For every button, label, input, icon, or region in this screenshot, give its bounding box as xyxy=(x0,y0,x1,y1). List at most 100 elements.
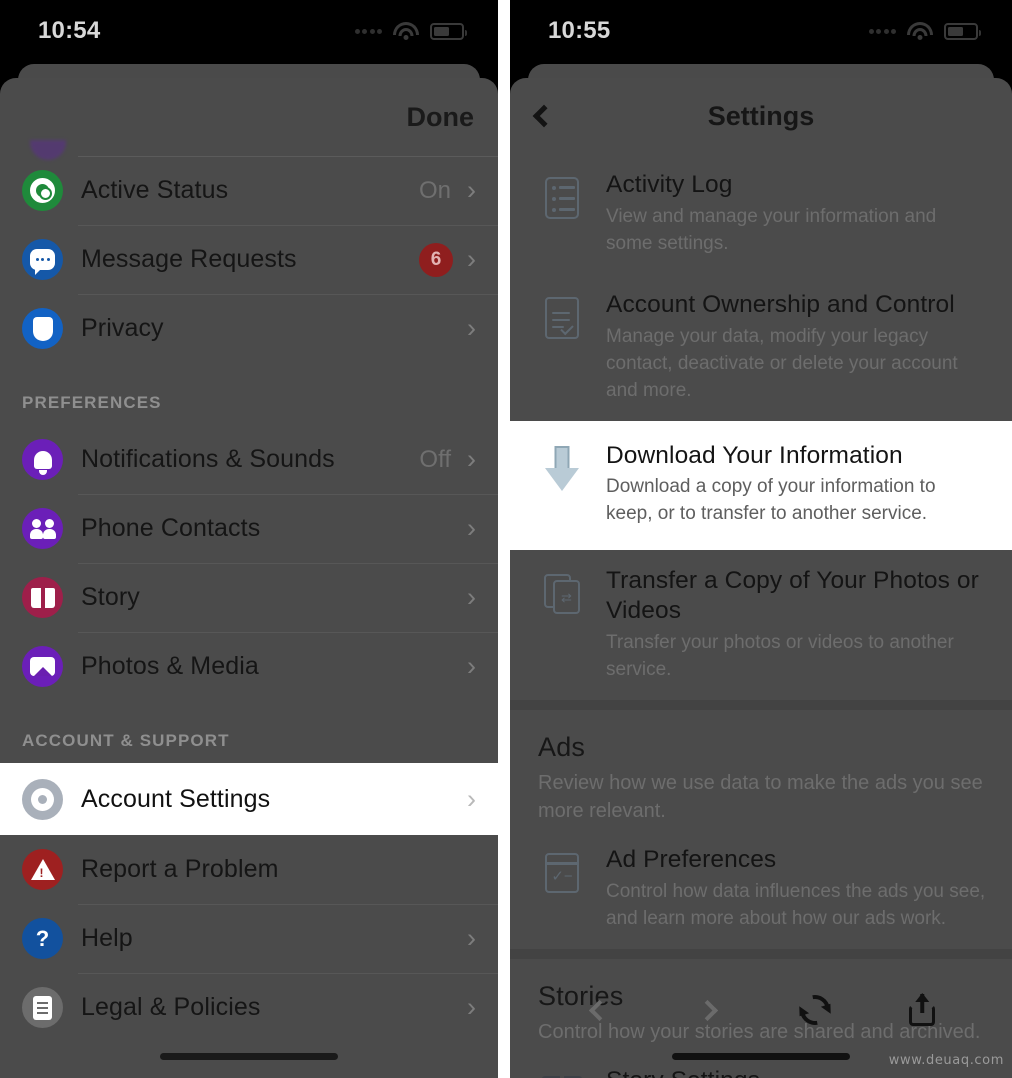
signal-dots-icon xyxy=(868,28,896,34)
row-label: Report a Problem xyxy=(81,855,279,883)
item-title: Activity Log xyxy=(606,171,733,198)
battery-icon xyxy=(944,22,981,40)
signal-dots-icon xyxy=(354,28,382,34)
home-indicator xyxy=(160,1053,338,1060)
section-divider xyxy=(510,948,1012,959)
row-separator xyxy=(78,632,498,633)
section-ads: Ads Review how we use data to make the a… xyxy=(510,710,1012,829)
ad-preferences-icon: ✓− xyxy=(538,849,586,897)
status-indicators xyxy=(868,21,981,41)
row-privacy[interactable]: Privacy › xyxy=(0,294,498,363)
left-settings-list: Active Status On › Message Requests 6 › xyxy=(0,156,498,1042)
browser-refresh-icon[interactable] xyxy=(789,989,841,1031)
account-settings-gear-icon xyxy=(22,778,63,820)
section-header-account-support: ACCOUNT & SUPPORT xyxy=(22,731,230,750)
item-transfer-copy-photos-videos[interactable]: ⇄ Transfer a Copy of Your Photos or Vide… xyxy=(510,550,1012,700)
right-phone-screen: 10:55 Settings Activity Log View and man… xyxy=(510,0,1012,1078)
browser-toolbar xyxy=(510,984,1012,1036)
active-status-icon xyxy=(22,170,63,211)
status-time: 10:54 xyxy=(38,17,101,44)
row-help[interactable]: ? Help › xyxy=(0,904,498,973)
done-button[interactable]: Done xyxy=(407,102,475,133)
row-phone-contacts[interactable]: Phone Contacts › xyxy=(0,494,498,563)
row-separator xyxy=(78,904,498,905)
row-message-requests[interactable]: Message Requests 6 › xyxy=(0,225,498,294)
battery-icon xyxy=(430,22,467,40)
item-title: Ad Preferences xyxy=(606,846,777,874)
item-subtitle: View and manage your information and som… xyxy=(606,205,937,254)
item-account-ownership[interactable]: Account Ownership and Control Manage you… xyxy=(510,274,1012,421)
row-active-status[interactable]: Active Status On › xyxy=(0,156,498,225)
chevron-right-icon: › xyxy=(467,582,476,612)
story-book-icon xyxy=(22,577,63,618)
section-divider xyxy=(510,700,1012,711)
row-photos-media[interactable]: Photos & Media › xyxy=(0,632,498,701)
legal-policies-icon xyxy=(22,987,63,1028)
row-value: On xyxy=(418,176,451,204)
browser-forward-icon[interactable] xyxy=(681,990,733,1030)
row-label: Phone Contacts xyxy=(81,514,261,542)
wifi-icon xyxy=(907,21,933,41)
item-ad-preferences[interactable]: ✓− Ad Preferences Control how data influ… xyxy=(510,829,1012,949)
item-title: Download Your Information xyxy=(606,441,903,469)
chevron-right-icon: › xyxy=(467,651,476,681)
page-title: Settings xyxy=(707,100,815,131)
activity-log-icon xyxy=(538,174,586,222)
row-separator xyxy=(78,973,498,974)
item-subtitle: Transfer your photos or videos to anothe… xyxy=(606,632,954,681)
item-activity-log[interactable]: Activity Log View and manage your inform… xyxy=(510,154,1012,274)
item-subtitle: Control how data influences the ads you … xyxy=(606,880,986,929)
row-label: Legal & Policies xyxy=(81,993,261,1021)
row-separator xyxy=(78,225,498,226)
section-title: Ads xyxy=(538,732,586,763)
row-separator xyxy=(78,294,498,295)
right-status-bar: 10:55 xyxy=(510,0,1012,62)
story-settings-book-icon xyxy=(538,1070,586,1078)
row-report-problem[interactable]: Report a Problem xyxy=(0,835,498,904)
home-indicator xyxy=(672,1053,850,1060)
row-label: Photos & Media xyxy=(81,652,259,680)
privacy-shield-icon xyxy=(22,308,63,349)
right-settings-sheet: Settings Activity Log View and manage yo… xyxy=(510,78,1012,1078)
browser-share-icon[interactable] xyxy=(896,990,948,1030)
row-account-settings[interactable]: Account Settings › xyxy=(0,763,498,835)
item-title: Transfer a Copy of Your Photos or Videos xyxy=(606,567,979,625)
row-label: Account Settings xyxy=(81,784,271,813)
back-chevron-icon[interactable] xyxy=(532,104,556,128)
row-story[interactable]: Story › xyxy=(0,563,498,632)
row-label: Privacy xyxy=(81,314,164,342)
account-ownership-icon xyxy=(538,294,586,342)
wifi-icon xyxy=(393,21,419,41)
row-notifications-sounds[interactable]: Notifications & Sounds Off › xyxy=(0,425,498,494)
row-value: Off xyxy=(419,445,451,473)
browser-back-icon[interactable] xyxy=(574,990,626,1030)
message-requests-icon xyxy=(22,239,63,280)
chevron-right-icon: › xyxy=(467,513,476,543)
watermark: www.deuaq.com xyxy=(888,1053,1004,1068)
left-settings-sheet: Done Active Status On › Message Requests xyxy=(0,78,498,1078)
row-separator xyxy=(78,156,498,157)
row-separator xyxy=(78,563,498,564)
right-navbar: Settings xyxy=(510,78,1012,154)
item-subtitle: Download a copy of your information to k… xyxy=(606,476,936,525)
report-problem-icon xyxy=(22,849,63,890)
status-badge: 6 xyxy=(419,242,453,277)
chevron-right-icon: › xyxy=(467,313,476,343)
left-status-bar: 10:54 xyxy=(0,0,498,62)
row-label: Story xyxy=(81,583,140,611)
help-question-icon: ? xyxy=(22,918,63,959)
row-label: Active Status xyxy=(81,176,229,204)
screenshot-stage: 10:54 Done Active Status On › Message Re… xyxy=(0,0,1012,1078)
chevron-right-icon: › xyxy=(467,783,476,814)
row-label: Help xyxy=(81,924,133,952)
chevron-right-icon: › xyxy=(467,444,476,474)
status-time: 10:55 xyxy=(548,17,611,44)
notifications-bell-icon xyxy=(22,439,63,480)
row-separator xyxy=(78,494,498,495)
download-arrow-icon xyxy=(538,445,586,493)
section-subtitle: Review how we use data to make the ads y… xyxy=(538,772,983,823)
row-legal-policies[interactable]: Legal & Policies › xyxy=(0,973,498,1042)
item-download-your-information[interactable]: Download Your Information Download a cop… xyxy=(510,420,1012,551)
item-subtitle: Manage your data, modify your legacy con… xyxy=(606,325,958,401)
status-indicators xyxy=(354,21,467,41)
